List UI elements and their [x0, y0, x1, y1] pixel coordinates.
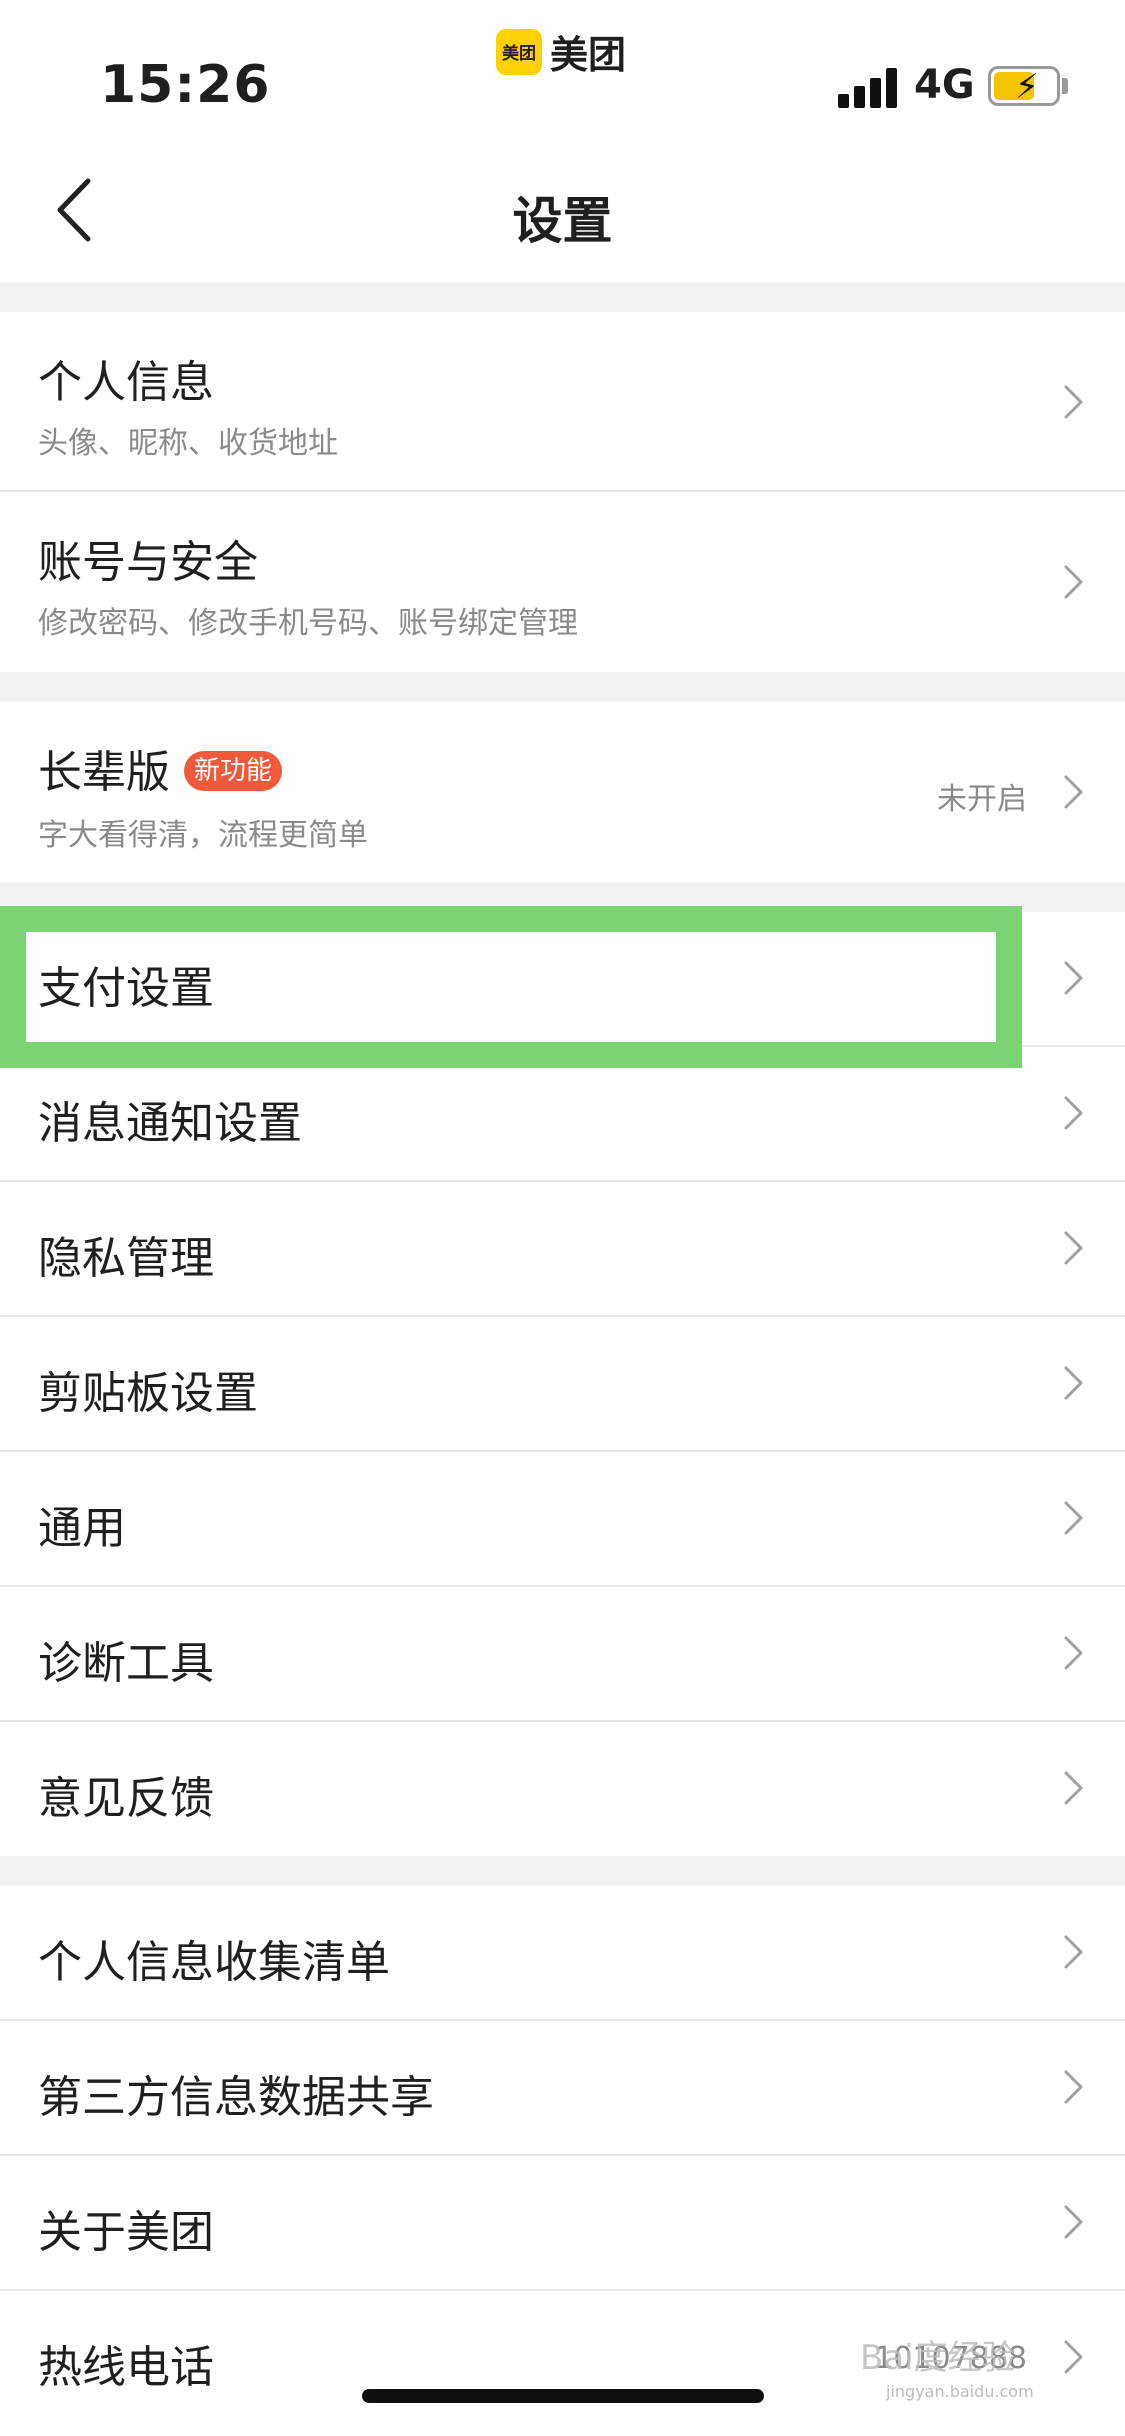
- row-title: 热线电话: [38, 2342, 214, 2393]
- network-type: 4G: [914, 62, 975, 108]
- chevron-right-icon: [1064, 1366, 1083, 1400]
- settings-row-personal-info[interactable]: 个人信息 头像、昵称、收货地址: [0, 312, 1125, 492]
- row-title-wrap: 长辈版 新功能: [38, 736, 283, 800]
- battery-icon: ⚡: [988, 66, 1060, 107]
- watermark-logo: Bai度经验: [860, 2338, 1016, 2378]
- settings-row-third-party-sharing[interactable]: 第三方信息数据共享: [0, 2021, 1125, 2156]
- highlight-box: [0, 906, 1022, 1068]
- meituan-logo-icon: 美团: [496, 28, 542, 75]
- row-title: 第三方信息数据共享: [38, 2072, 434, 2123]
- settings-row-privacy[interactable]: 隐私管理: [0, 1182, 1125, 1317]
- row-title: 账号与安全: [38, 537, 258, 588]
- signal-icon: [838, 66, 900, 108]
- settings-row-feedback[interactable]: 意见反馈: [0, 1722, 1125, 1856]
- chevron-right-icon: [1064, 2070, 1083, 2104]
- settings-row-general[interactable]: 通用: [0, 1452, 1125, 1587]
- settings-group-account: 个人信息 头像、昵称、收货地址 账号与安全 修改密码、修改手机号码、账号绑定管理: [0, 312, 1125, 672]
- new-feature-badge: 新功能: [184, 751, 283, 791]
- chevron-right-icon: [1064, 1935, 1083, 1969]
- app-name: 美团: [550, 33, 627, 77]
- row-title: 关于美团: [38, 2207, 214, 2258]
- chevron-right-icon: [1064, 2340, 1083, 2374]
- battery-tip: [1062, 78, 1068, 94]
- settings-row-clipboard[interactable]: 剪贴板设置: [0, 1317, 1125, 1452]
- settings-row-account-security[interactable]: 账号与安全 修改密码、修改手机号码、账号绑定管理: [0, 492, 1125, 672]
- page-title: 设置: [512, 192, 613, 250]
- chevron-right-icon: [1064, 1501, 1083, 1535]
- chevron-right-icon: [1064, 2205, 1083, 2239]
- settings-group-elder: 长辈版 新功能 字大看得清，流程更简单 未开启: [0, 702, 1125, 882]
- nav-bar: 设置: [0, 135, 1125, 282]
- chevron-right-icon: [1064, 961, 1083, 995]
- row-title: 诊断工具: [38, 1638, 214, 1689]
- row-title: 个人信息收集清单: [38, 1937, 390, 1988]
- settings-row-about[interactable]: 关于美团: [0, 2156, 1125, 2291]
- status-bar: 15:26 美团 美团 4G ⚡: [0, 0, 1125, 135]
- app-badge: 美团 美团: [496, 24, 626, 79]
- row-title: 个人信息: [38, 357, 214, 408]
- row-title: 意见反馈: [38, 1773, 214, 1824]
- row-title: 长辈版: [38, 747, 170, 798]
- chevron-right-icon: [1064, 1096, 1083, 1130]
- settings-row-diagnostics[interactable]: 诊断工具: [0, 1587, 1125, 1722]
- chevron-right-icon: [1064, 1636, 1083, 1670]
- settings-row-elder-mode[interactable]: 长辈版 新功能 字大看得清，流程更简单 未开启: [0, 702, 1125, 882]
- chevron-right-icon: [1064, 1231, 1083, 1265]
- status-time: 15:26: [100, 55, 271, 115]
- row-title: 通用: [38, 1503, 126, 1554]
- row-title: 隐私管理: [38, 1233, 214, 1284]
- settings-row-data-collection-list[interactable]: 个人信息收集清单: [0, 1886, 1125, 2021]
- row-status-value: 未开启: [937, 782, 1027, 817]
- row-title: 剪贴板设置: [38, 1368, 258, 1419]
- home-indicator[interactable]: [362, 2389, 764, 2403]
- chevron-right-icon: [1064, 385, 1083, 419]
- chevron-right-icon: [1064, 1771, 1083, 1805]
- watermark-url: jingyan.baidu.com: [886, 2382, 1034, 2401]
- row-title: 消息通知设置: [38, 1098, 302, 1149]
- row-subtitle: 修改密码、修改手机号码、账号绑定管理: [38, 606, 578, 641]
- chevron-right-icon: [1064, 775, 1083, 809]
- row-subtitle: 字大看得清，流程更简单: [38, 818, 368, 853]
- chevron-right-icon: [1064, 565, 1083, 599]
- row-subtitle: 头像、昵称、收货地址: [38, 426, 338, 461]
